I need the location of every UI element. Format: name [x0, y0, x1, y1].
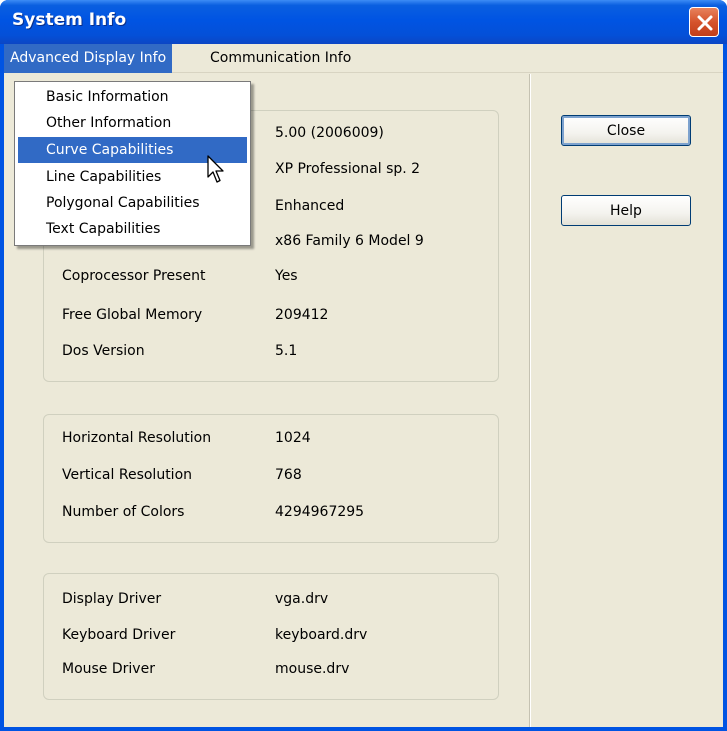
info-row: Keyboard Driver keyboard.drv [62, 625, 492, 645]
help-button[interactable]: Help [561, 195, 691, 226]
info-label: Number of Colors [62, 504, 185, 520]
info-row: Horizontal Resolution 1024 [62, 428, 492, 448]
info-row: Display Driver vga.drv [62, 589, 492, 609]
dialog-client-area: Advanced Display Info Communication Info… [4, 44, 723, 727]
info-value: 5.00 (2006009) [275, 125, 384, 141]
menu-advanced-display-info[interactable]: Advanced Display Info [4, 44, 173, 73]
info-row: Mouse Driver mouse.drv [62, 659, 492, 679]
menu-bar: Advanced Display Info Communication Info [4, 44, 723, 73]
info-label: Mouse Driver [62, 661, 155, 677]
info-row: Dos Version 5.1 [62, 341, 492, 361]
info-label: Keyboard Driver [62, 627, 176, 643]
info-label: Free Global Memory [62, 307, 203, 323]
menu-item-text-capabilities[interactable]: Text Capabilities [18, 216, 247, 242]
window-title: System Info [12, 10, 127, 30]
info-value: XP Professional sp. 2 [275, 161, 421, 177]
title-bar[interactable]: System Info [0, 0, 727, 44]
info-value: 4294967295 [275, 504, 365, 520]
menu-item-polygonal-capabilities[interactable]: Polygonal Capabilities [18, 190, 247, 216]
info-value: vga.drv [275, 591, 329, 607]
info-row: Free Global Memory 209412 [62, 305, 492, 325]
drivers-info-group: Display Driver vga.drv Keyboard Driver k… [43, 573, 499, 700]
info-value: 768 [275, 467, 302, 483]
info-label: Horizontal Resolution [62, 430, 212, 446]
info-value: 5.1 [275, 343, 298, 359]
mouse-pointer-icon [207, 155, 227, 189]
info-label: Vertical Resolution [62, 467, 193, 483]
info-value: 209412 [275, 307, 329, 323]
info-row: Vertical Resolution 768 [62, 465, 492, 485]
menu-item-basic-information[interactable]: Basic Information [18, 84, 247, 110]
display-info-group: Horizontal Resolution 1024 Vertical Reso… [43, 414, 499, 543]
panel-divider [529, 74, 530, 727]
info-value: Enhanced [275, 198, 345, 214]
info-value: x86 Family 6 Model 9 [275, 233, 424, 249]
info-value: keyboard.drv [275, 627, 368, 643]
close-x-icon[interactable] [689, 7, 719, 37]
system-info-window: System Info Advanced Display Info Commun… [0, 0, 727, 731]
info-label: Display Driver [62, 591, 162, 607]
info-value: Yes [275, 268, 298, 284]
info-row: Number of Colors 4294967295 [62, 502, 492, 522]
info-label: Dos Version [62, 343, 145, 359]
info-value: 1024 [275, 430, 311, 446]
close-button[interactable]: Close [561, 115, 691, 146]
info-label: Coprocessor Present [62, 268, 206, 284]
info-row: Coprocessor Present Yes [62, 266, 492, 286]
menu-communication-info[interactable]: Communication Info [204, 44, 357, 73]
menu-item-other-information[interactable]: Other Information [18, 110, 247, 136]
info-value: mouse.drv [275, 661, 350, 677]
